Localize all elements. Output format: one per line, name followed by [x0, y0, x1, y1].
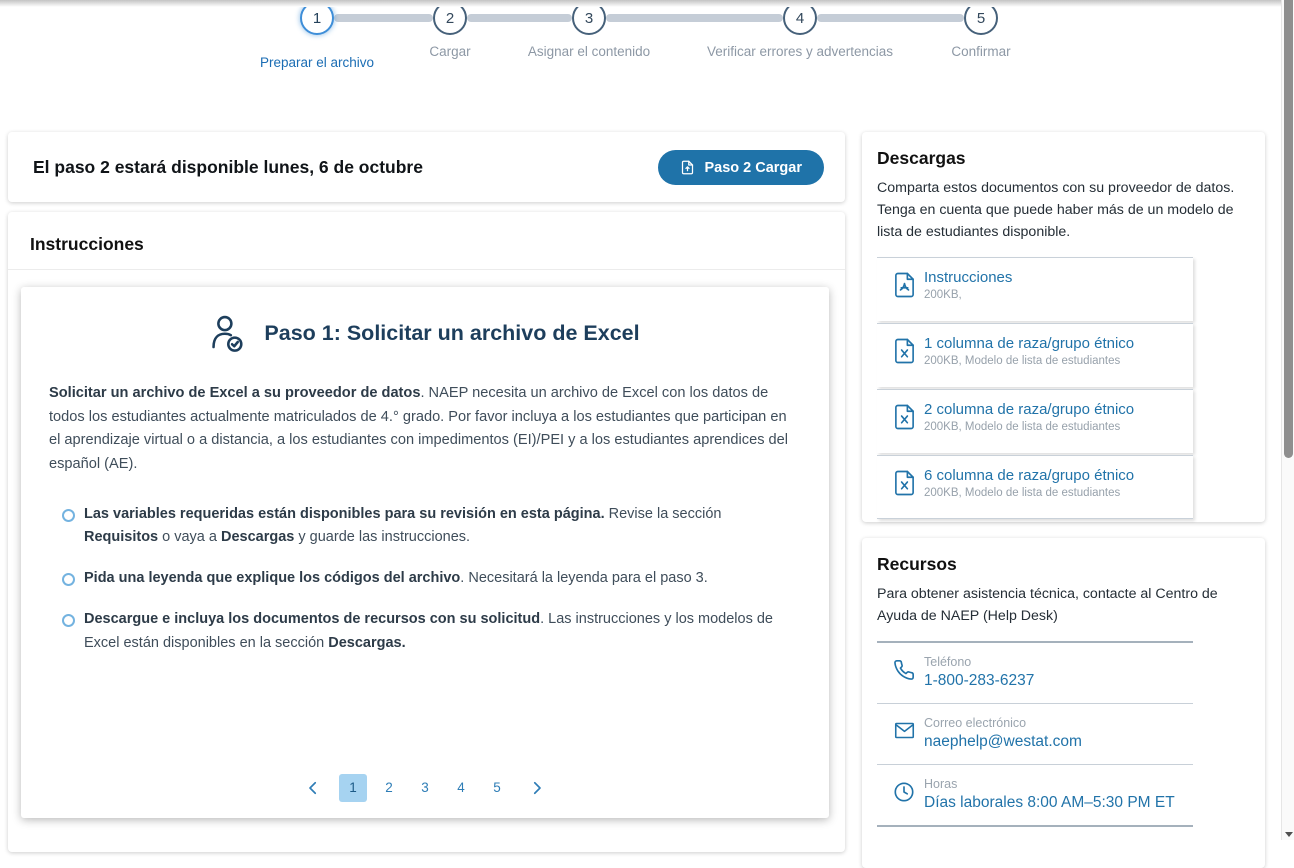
contact-row-email: Correo electrónico naephelp@westat.com [877, 704, 1193, 765]
contact-label: Teléfono [924, 655, 972, 669]
scrollbar-thumb[interactable] [1284, 0, 1293, 458]
resources-contact-list: Teléfono 1-800-283-6237 Correo electróni… [877, 641, 1193, 827]
download-meta: 200KB, [924, 289, 962, 301]
chevron-left-icon[interactable] [301, 774, 325, 802]
page-button-5[interactable]: 5 [483, 774, 511, 802]
top-scroll-shadow [0, 0, 1294, 7]
download-item-instrucciones[interactable]: Instrucciones 200KB, [877, 257, 1193, 321]
resources-panel: Recursos Para obtener asistencia técnica… [862, 538, 1265, 868]
excel-file-icon [893, 470, 916, 496]
bullet-item: Las variables requeridas están disponibl… [62, 503, 789, 551]
downloads-list: Instrucciones 200KB, 1 columna de raza/g… [877, 257, 1193, 519]
phone-icon [893, 659, 915, 681]
pdf-file-icon [893, 272, 916, 298]
wizard-stepper: 1 2 3 4 5 Preparar el archivo Cargar Asi… [0, 0, 1294, 75]
email-link[interactable]: naephelp@westat.com [924, 733, 1189, 751]
bullet-item: Pida una leyenda que explique los código… [62, 567, 789, 591]
step-connector [606, 14, 783, 22]
instructions-title: Instrucciones [30, 234, 144, 254]
step-label-preparar[interactable]: Preparar el archivo [260, 55, 374, 70]
contact-label: Horas [924, 777, 958, 791]
paso-2-cargar-label: Paso 2 Cargar [704, 159, 802, 176]
vertical-scrollbar[interactable] [1281, 0, 1294, 840]
download-meta: 200KB, Modelo de lista de estudiantes [924, 487, 1121, 499]
page-button-4[interactable]: 4 [447, 774, 475, 802]
step1-title: Paso 1: Solicitar un archivo de Excel [264, 321, 640, 345]
step-label-asignar[interactable]: Asignar el contenido [528, 44, 650, 59]
step1-heading: Paso 1: Solicitar un archivo de Excel [21, 287, 829, 352]
step-connector [467, 14, 572, 22]
download-link-label[interactable]: 6 columna de raza/grupo étnico [924, 467, 1185, 484]
contact-label: Correo electrónico [924, 716, 1027, 730]
phone-number-link[interactable]: 1-800-283-6237 [924, 672, 1189, 690]
downloads-title: Descargas [877, 148, 966, 168]
banner-title: El paso 2 estará disponible lunes, 6 de … [33, 156, 423, 177]
step-connector [334, 14, 433, 22]
page-button-3[interactable]: 3 [411, 774, 439, 802]
download-link-label[interactable]: Instrucciones [924, 269, 1185, 286]
chevron-right-icon[interactable] [525, 774, 549, 802]
paso-2-cargar-button[interactable]: Paso 2 Cargar [658, 150, 824, 185]
resources-description: Para obtener asistencia técnica, contact… [877, 586, 1218, 624]
step-label-verificar[interactable]: Verificar errores y advertencias [707, 44, 893, 59]
pagination: 1 2 3 4 5 [21, 774, 829, 802]
download-item-1-columna[interactable]: 1 columna de raza/grupo étnico 200KB, Mo… [877, 323, 1193, 387]
downloads-description: Comparta estos documentos con su proveed… [877, 180, 1235, 240]
step1-card: Paso 1: Solicitar un archivo de Excel So… [21, 287, 829, 818]
contact-row-phone: Teléfono 1-800-283-6237 [877, 643, 1193, 704]
step-label-cargar[interactable]: Cargar [429, 44, 470, 59]
instructions-header: Instrucciones [8, 212, 845, 270]
download-link-label[interactable]: 1 columna de raza/grupo étnico [924, 335, 1185, 352]
downloads-panel: Descargas Comparta estos documentos con … [862, 132, 1265, 522]
download-link-label[interactable]: 2 columna de raza/grupo étnico [924, 401, 1185, 418]
step-label-confirmar[interactable]: Confirmar [951, 44, 1010, 59]
hours-value: Días laborales 8:00 AM–5:30 PM ET [924, 794, 1175, 811]
download-meta: 200KB, Modelo de lista de estudiantes [924, 355, 1121, 367]
step1-intro-paragraph: Solicitar un archivo de Excel a su prove… [49, 385, 789, 472]
excel-file-icon [893, 404, 916, 430]
instructions-panel: Instrucciones Paso 1: Solicitar un archi… [8, 212, 845, 852]
download-item-2-columna[interactable]: 2 columna de raza/grupo étnico 200KB, Mo… [877, 389, 1193, 453]
step2-availability-banner: El paso 2 estará disponible lunes, 6 de … [8, 132, 845, 202]
bullet-item: Descargue e incluya los documentos de re… [62, 608, 789, 656]
person-check-icon [210, 315, 244, 352]
contact-row-hours: Horas Días laborales 8:00 AM–5:30 PM ET [877, 765, 1193, 827]
page-button-2[interactable]: 2 [375, 774, 403, 802]
email-icon [893, 720, 916, 741]
excel-file-icon [893, 338, 916, 364]
download-item-6-columna[interactable]: 6 columna de raza/grupo étnico 200KB, Mo… [877, 455, 1193, 519]
upload-file-icon [680, 159, 695, 176]
download-meta: 200KB, Modelo de lista de estudiantes [924, 421, 1121, 433]
scrollbar-down-arrow-icon[interactable] [1285, 832, 1293, 837]
step1-bullet-list: Las variables requeridas están disponibl… [21, 503, 829, 657]
step-connector [817, 14, 964, 22]
resources-title: Recursos [877, 554, 957, 574]
page-button-1[interactable]: 1 [339, 774, 367, 802]
clock-icon [893, 781, 915, 803]
